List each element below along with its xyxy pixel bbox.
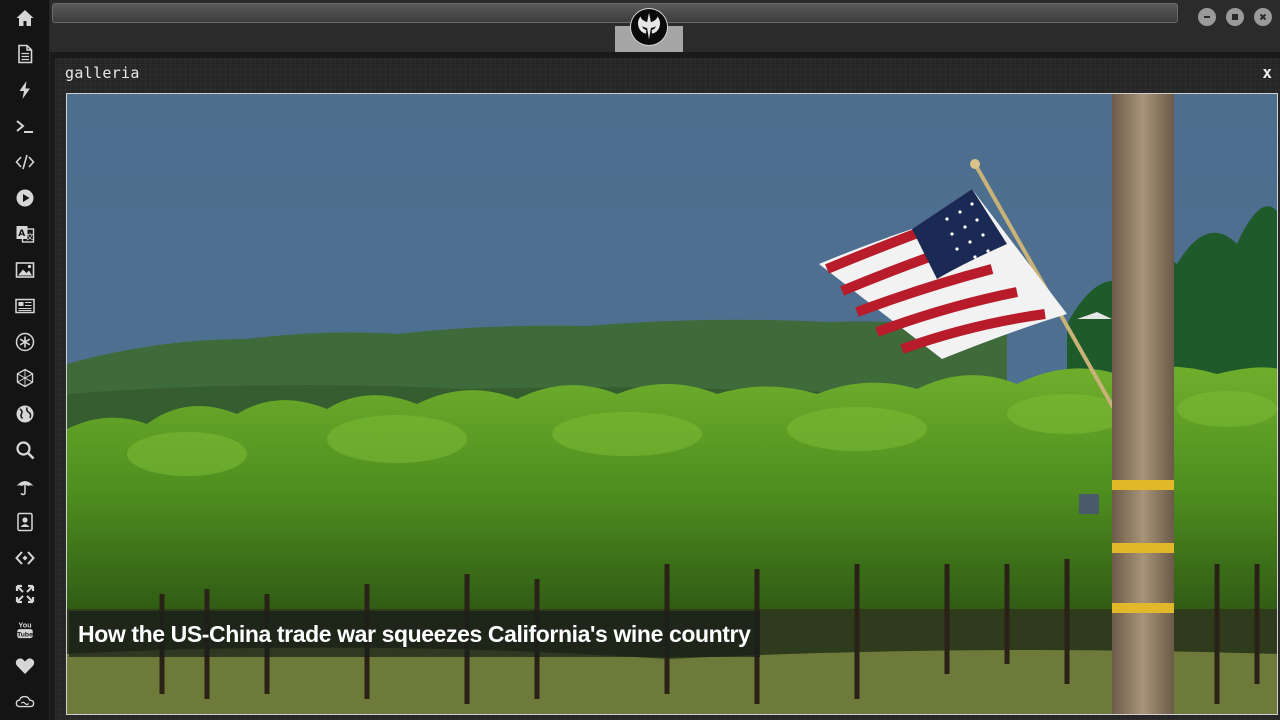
window-title: galleria [65, 64, 140, 82]
heart-icon[interactable] [0, 651, 50, 681]
document-icon[interactable] [0, 39, 50, 69]
image-icon[interactable] [0, 255, 50, 285]
svg-text:You: You [18, 620, 31, 629]
tag-code-icon[interactable] [0, 543, 50, 573]
home-icon[interactable] [0, 3, 50, 33]
contact-card-icon[interactable] [0, 507, 50, 537]
address-bar[interactable] [52, 3, 1178, 23]
minimize-button[interactable] [1198, 8, 1216, 26]
svg-text:Tube: Tube [17, 631, 33, 638]
news-icon[interactable] [0, 291, 50, 321]
terminal-icon[interactable] [0, 111, 50, 141]
play-icon[interactable] [0, 183, 50, 213]
rebel-alliance-logo-icon[interactable] [630, 8, 668, 46]
youtube-icon[interactable]: You Tube [0, 615, 50, 645]
fullscreen-icon[interactable] [0, 579, 50, 609]
cloud-icon[interactable] [0, 687, 50, 717]
asterisk-icon[interactable] [0, 327, 50, 357]
svg-text:文: 文 [26, 232, 34, 242]
top-bar [50, 0, 1280, 52]
image-caption[interactable]: How the US-China trade war squeezes Cali… [69, 611, 760, 657]
maximize-button[interactable] [1226, 8, 1244, 26]
translate-icon[interactable]: A文 [0, 219, 50, 249]
globe-icon[interactable] [0, 399, 50, 429]
hexagon-icon[interactable] [0, 363, 50, 393]
svg-text:A: A [18, 229, 25, 239]
sidebar: A文 You Tube [0, 0, 50, 720]
umbrella-icon[interactable] [0, 471, 50, 501]
code-icon[interactable] [0, 147, 50, 177]
lightning-icon[interactable] [0, 75, 50, 105]
search-icon[interactable] [0, 435, 50, 465]
window-close-button[interactable]: x [1262, 63, 1272, 82]
close-window-button[interactable] [1254, 8, 1272, 26]
